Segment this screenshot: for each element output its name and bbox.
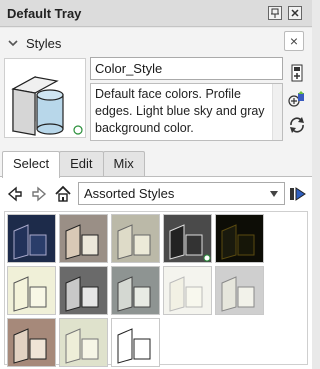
style-thumbnail[interactable]	[163, 266, 212, 315]
style-thumbnail[interactable]	[7, 214, 56, 263]
back-icon[interactable]	[6, 185, 24, 203]
pin-icon[interactable]	[268, 6, 282, 20]
update-style-icon[interactable]	[288, 90, 306, 108]
style-thumbnail[interactable]	[215, 266, 264, 315]
style-description-text: Default face colors. Profile edges. Ligh…	[95, 87, 265, 135]
dropdown-arrow-icon	[270, 191, 278, 197]
style-tabs: Select Edit Mix	[2, 151, 145, 178]
tray-header: Default Tray	[0, 0, 312, 27]
styles-section-header[interactable]: Styles	[0, 32, 312, 54]
style-thumbnail[interactable]	[7, 318, 56, 367]
chevron-down-icon[interactable]	[6, 36, 20, 50]
style-name-input[interactable]: Color_Style	[90, 57, 283, 80]
style-thumbnail[interactable]	[59, 214, 108, 263]
details-icon[interactable]	[289, 185, 307, 203]
collection-dropdown[interactable]: Assorted Styles	[78, 182, 285, 205]
close-icon[interactable]	[288, 6, 302, 20]
tab-edit[interactable]: Edit	[59, 151, 104, 177]
style-thumbnail[interactable]	[111, 214, 160, 263]
collection-dropdown-value: Assorted Styles	[84, 186, 175, 201]
styles-thumbnail-grid	[4, 211, 308, 367]
create-new-style-icon[interactable]	[288, 64, 306, 82]
refresh-icon[interactable]	[288, 116, 306, 134]
select-tab-content: Assorted Styles	[0, 176, 312, 369]
styles-section-label: Styles	[26, 35, 62, 51]
style-thumbnail[interactable]	[59, 318, 108, 367]
style-preview-image	[4, 58, 86, 138]
tab-mix[interactable]: Mix	[102, 151, 145, 177]
home-icon[interactable]	[54, 185, 72, 203]
style-thumbnail[interactable]	[59, 266, 108, 315]
styles-panel: Styles × Color_Style Default face colors…	[0, 28, 312, 369]
tray-title: Default Tray	[7, 5, 82, 21]
tab-select[interactable]: Select	[2, 151, 61, 178]
style-thumbnail[interactable]	[163, 214, 212, 263]
forward-icon[interactable]	[30, 185, 48, 203]
description-scrollbar[interactable]	[272, 84, 282, 140]
style-thumbnail[interactable]	[111, 318, 160, 367]
styles-close-button[interactable]: ×	[284, 31, 304, 51]
style-description-field[interactable]: Default face colors. Profile edges. Ligh…	[90, 83, 283, 141]
style-thumbnail[interactable]	[111, 266, 160, 315]
style-thumbnail[interactable]	[215, 214, 264, 263]
style-thumbnail[interactable]	[7, 266, 56, 315]
